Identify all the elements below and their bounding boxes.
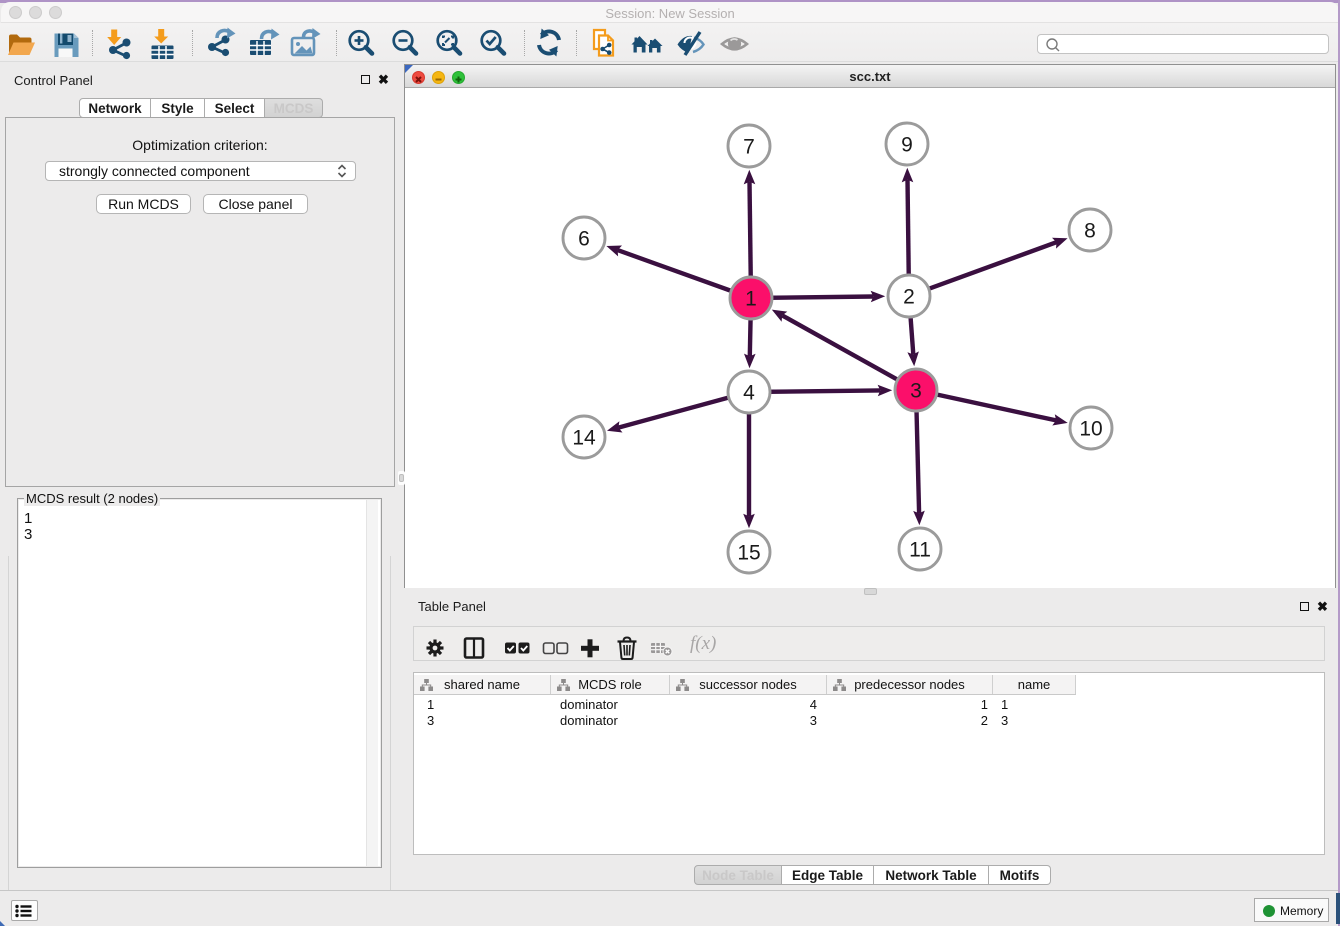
svg-text:9: 9	[901, 134, 913, 157]
svg-text:1: 1	[745, 288, 757, 311]
svg-text:15: 15	[737, 542, 760, 565]
svg-text:11: 11	[909, 539, 931, 562]
svg-text:6: 6	[578, 228, 590, 251]
svg-text:3: 3	[910, 380, 922, 403]
svg-text:2: 2	[903, 286, 915, 309]
svg-text:8: 8	[1084, 220, 1096, 243]
svg-text:7: 7	[743, 136, 755, 159]
svg-text:14: 14	[572, 427, 596, 450]
svg-text:10: 10	[1079, 418, 1102, 441]
svg-text:4: 4	[743, 382, 755, 405]
